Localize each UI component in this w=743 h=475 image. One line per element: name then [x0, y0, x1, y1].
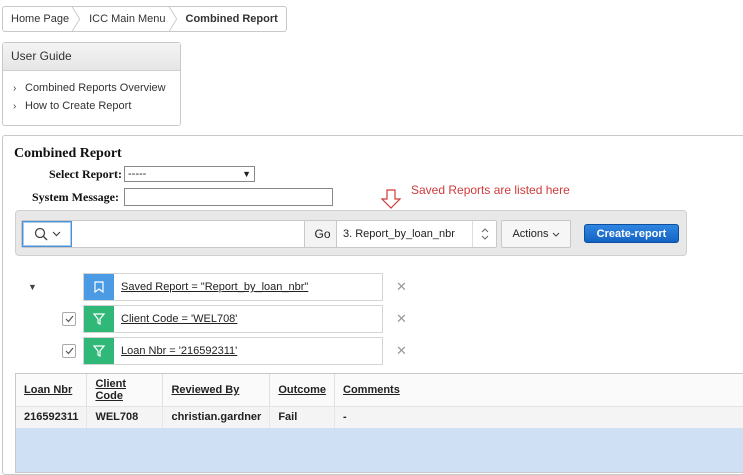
- combined-report-region: Combined Report Select Report: ----- ▼ S…: [2, 135, 743, 475]
- table-row: 216592311 WEL708 christian.gardner Fail …: [16, 406, 743, 428]
- saved-reports-annotation: Saved Reports are listed here: [411, 183, 570, 197]
- remove-filter-icon[interactable]: ✕: [396, 311, 407, 327]
- go-button[interactable]: Go: [304, 221, 340, 247]
- system-message-field[interactable]: [124, 188, 333, 206]
- breadcrumb: Home Page ICC Main Menu Combined Report: [2, 6, 287, 32]
- region-title: Combined Report: [14, 146, 122, 162]
- guide-link-how-to-create[interactable]: › How to Create Report: [13, 97, 180, 115]
- client-code-filter: Client Code = 'WEL708': [83, 305, 383, 333]
- create-report-button[interactable]: Create-report: [584, 224, 679, 243]
- collapse-toggle-icon[interactable]: ▼: [28, 282, 37, 292]
- table-header-row: Loan Nbr Client Code Reviewed By Outcome…: [16, 374, 743, 406]
- saved-report-filter-link[interactable]: Saved Report = "Report_by_loan_nbr": [121, 281, 308, 293]
- report-toolbar: Go 3. Report_by_loan_nbr Actions Create-…: [15, 210, 687, 256]
- user-guide-title: User Guide: [3, 43, 180, 71]
- chevron-right-icon: ›: [13, 101, 25, 112]
- actions-label: Actions: [512, 228, 548, 240]
- user-guide-list: › Combined Reports Overview › How to Cre…: [3, 71, 180, 115]
- search-input[interactable]: [72, 221, 304, 247]
- client-code-filter-link[interactable]: Client Code = 'WEL708': [121, 313, 237, 325]
- remove-filter-icon[interactable]: ✕: [396, 343, 407, 359]
- cell-loan-nbr: 216592311: [16, 406, 87, 428]
- funnel-icon: [84, 306, 114, 332]
- search-bar: Go: [21, 220, 341, 248]
- select-report-label: Select Report:: [49, 167, 122, 182]
- chevron-down-icon: [552, 232, 560, 237]
- breadcrumb-current-label: Combined Report: [186, 13, 278, 25]
- chevron-right-icon: ›: [13, 83, 25, 94]
- filter-row-saved-report: ▼ Saved Report = "Report_by_loan_nbr" ✕: [3, 273, 423, 301]
- filter-enable-checkbox[interactable]: [62, 344, 76, 358]
- check-icon: [65, 315, 74, 323]
- loan-nbr-filter-link[interactable]: Loan Nbr = '216592311': [121, 345, 237, 357]
- breadcrumb-separator-icon: [168, 7, 178, 31]
- system-message-label: System Message:: [32, 190, 119, 205]
- breadcrumb-home-label: Home Page: [11, 13, 69, 25]
- check-icon: [65, 347, 74, 355]
- breadcrumb-icc-label: ICC Main Menu: [89, 13, 165, 25]
- saved-report-value: 3. Report_by_loan_nbr: [343, 228, 455, 240]
- chevron-down-icon: [52, 231, 61, 237]
- search-icon: [34, 227, 48, 241]
- search-column-button[interactable]: [22, 221, 72, 247]
- loan-nbr-filter: Loan Nbr = '216592311': [83, 337, 383, 365]
- cell-comments: -: [335, 406, 743, 428]
- filter-enable-checkbox[interactable]: [62, 312, 76, 326]
- report-table: Loan Nbr Client Code Reviewed By Outcome…: [16, 374, 743, 428]
- actions-menu-button[interactable]: Actions: [501, 220, 571, 248]
- filter-row-client-code: Client Code = 'WEL708' ✕: [3, 305, 423, 333]
- column-header-loan-nbr[interactable]: Loan Nbr: [16, 374, 87, 406]
- filter-row-loan-nbr: Loan Nbr = '216592311' ✕: [3, 337, 423, 365]
- column-header-client-code[interactable]: Client Code: [87, 374, 163, 406]
- guide-link-label: Combined Reports Overview: [25, 82, 166, 94]
- saved-report-filter: Saved Report = "Report_by_loan_nbr": [83, 273, 383, 301]
- remove-filter-icon[interactable]: ✕: [396, 279, 407, 295]
- column-header-reviewed-by[interactable]: Reviewed By: [163, 374, 270, 406]
- updown-chevron-icon: [472, 221, 496, 247]
- column-header-comments[interactable]: Comments: [335, 374, 743, 406]
- report-table-container: Loan Nbr Client Code Reviewed By Outcome…: [15, 373, 743, 473]
- funnel-icon: [84, 338, 114, 364]
- column-header-outcome[interactable]: Outcome: [270, 374, 335, 406]
- select-report-value: -----: [128, 168, 146, 180]
- cell-reviewed-by: christian.gardner: [163, 406, 270, 428]
- guide-link-label: How to Create Report: [25, 100, 131, 112]
- cell-client-code: WEL708: [87, 406, 163, 428]
- cell-outcome: Fail: [270, 406, 335, 428]
- breadcrumb-separator-icon: [71, 7, 81, 31]
- breadcrumb-icc-main-menu[interactable]: ICC Main Menu: [81, 7, 177, 31]
- dropdown-arrow-icon: ▼: [242, 169, 251, 179]
- guide-link-overview[interactable]: › Combined Reports Overview: [13, 79, 180, 97]
- user-guide-panel: User Guide › Combined Reports Overview ›…: [2, 42, 181, 126]
- breadcrumb-home[interactable]: Home Page: [3, 7, 81, 31]
- down-arrow-icon: [380, 188, 402, 210]
- select-report-dropdown[interactable]: ----- ▼: [124, 166, 255, 182]
- saved-report-select[interactable]: 3. Report_by_loan_nbr: [336, 220, 497, 248]
- breadcrumb-current: Combined Report: [178, 7, 286, 31]
- bookmark-icon: [84, 274, 114, 300]
